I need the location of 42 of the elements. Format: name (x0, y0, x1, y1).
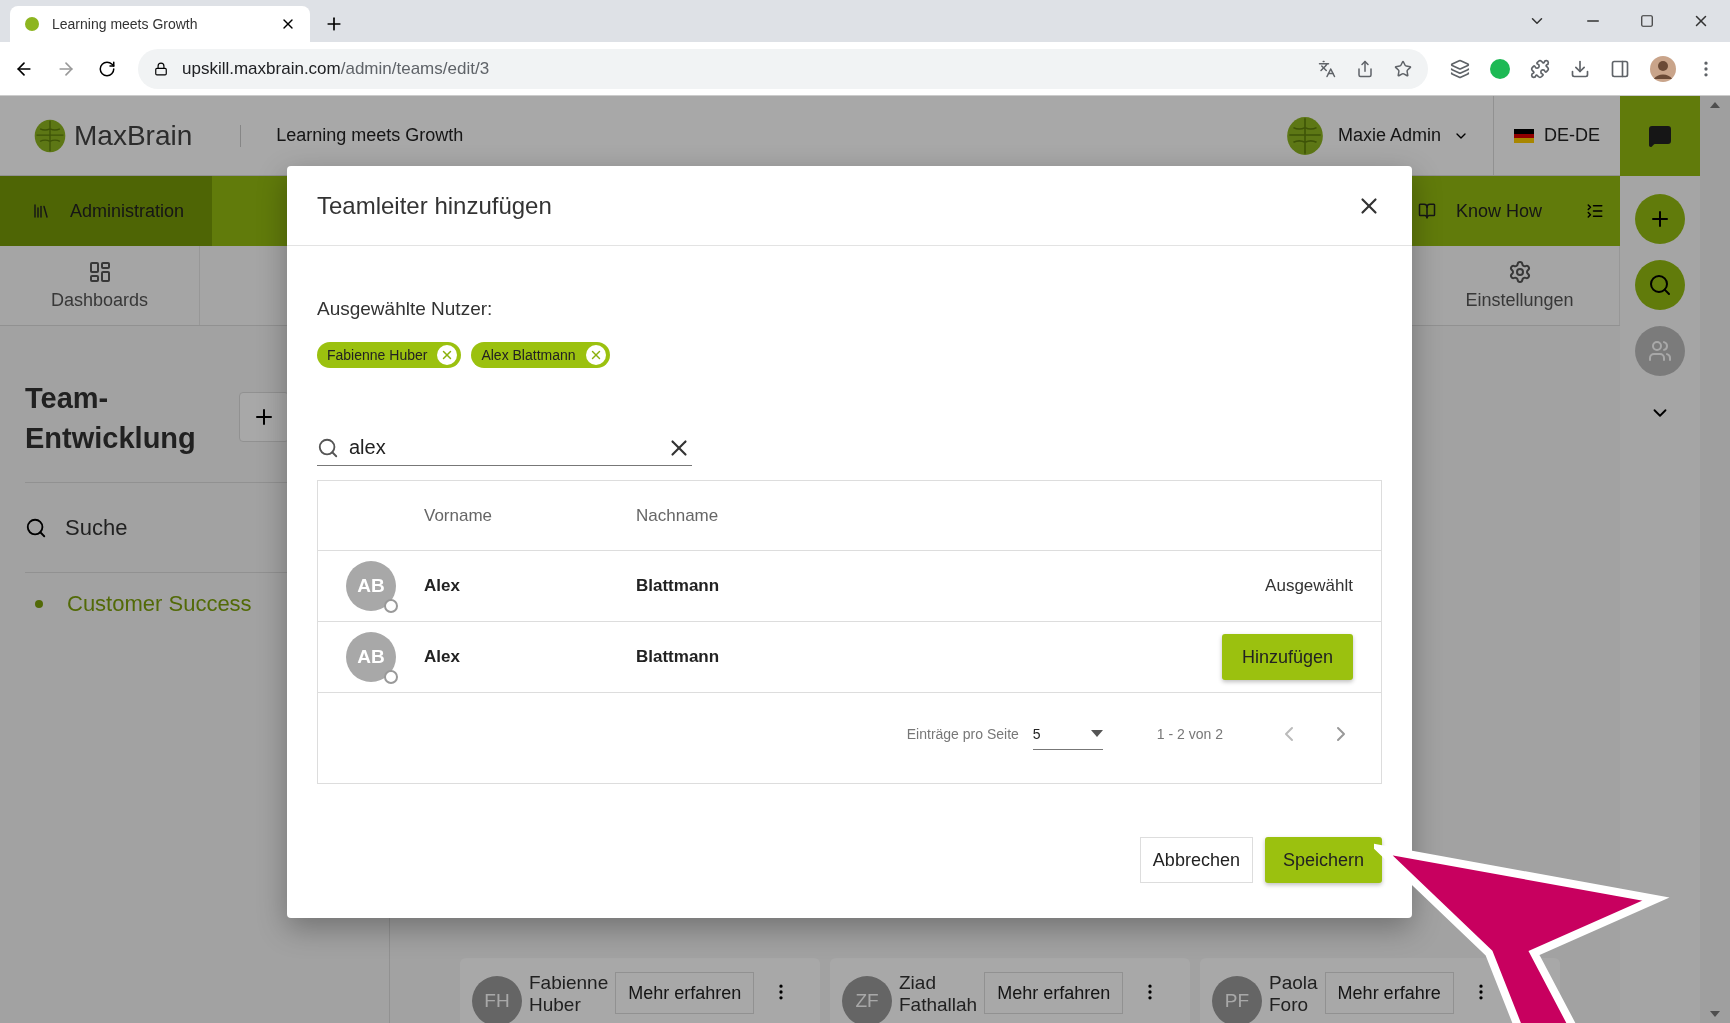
dialog-title: Teamleiter hinzufügen (317, 191, 552, 220)
tab-title: Learning meets Growth (52, 16, 199, 32)
table-cell-text: Blattmann (636, 576, 721, 596)
chip-label: Fabienne Huber (327, 347, 428, 363)
save-button[interactable]: Speichern (1264, 837, 1382, 883)
avatar: ZF (842, 976, 892, 1023)
page-range: 1 - 2 von 2 (1156, 726, 1223, 742)
chip-label: Alex Blattmann (481, 347, 576, 363)
selected-users-label: Ausgewählte Nutzer: (317, 298, 494, 320)
per-page-label: Einträge pro Seite (906, 726, 1019, 742)
user-name[interactable]: Maxie Admin (1337, 125, 1441, 146)
subnav-item[interactable]: Einstellungen (1465, 290, 1574, 311)
search-field[interactable]: alex (347, 435, 658, 460)
more-button[interactable]: Mehr erfahren (615, 972, 755, 1014)
nav-item[interactable]: Know How (1385, 176, 1570, 246)
url-text: upskill.maxbrain.com/admin/teams/edit/3 (182, 58, 491, 79)
member-name: Fabienne Huber (529, 972, 609, 1016)
avatar: AB (346, 632, 396, 682)
avatar: FH (472, 976, 522, 1023)
column-header: Vorname (424, 505, 494, 526)
more-button[interactable]: Mehr erfahren (984, 972, 1124, 1014)
language-selector[interactable]: DE-DE (1544, 125, 1600, 146)
tagline: Learning meets Growth (276, 125, 464, 146)
column-header: Nachname (636, 505, 720, 526)
table-cell-text: Alex (424, 576, 461, 596)
table-cell-text: Blattmann (636, 647, 721, 667)
search-link[interactable]: Suche (65, 514, 128, 541)
more-button[interactable]: Mehr erfahre (1324, 972, 1454, 1014)
logo-text: MaxBrain (74, 119, 193, 152)
selected-status: Ausgewählt (1265, 576, 1353, 596)
page-title: Team-Entwicklung (25, 381, 197, 456)
member-name: Paola Foro (1269, 972, 1318, 1016)
address-bar[interactable]: upskill.maxbrain.com/admin/teams/edit/3 (138, 48, 1428, 89)
browser-tab[interactable]: Learning meets Growth (10, 6, 310, 42)
table-cell-text: Alex (424, 647, 461, 667)
cancel-button[interactable]: Abbrechen (1139, 837, 1253, 883)
avatar: AB (346, 561, 396, 611)
member-name: Ziad Fathallah (899, 972, 978, 1016)
avatar: PF (1212, 976, 1262, 1023)
add-user-button[interactable]: Hinzufügen (1221, 634, 1353, 680)
per-page-select[interactable]: 5 (1032, 718, 1103, 750)
subnav-item[interactable]: Dashboards (50, 290, 149, 311)
